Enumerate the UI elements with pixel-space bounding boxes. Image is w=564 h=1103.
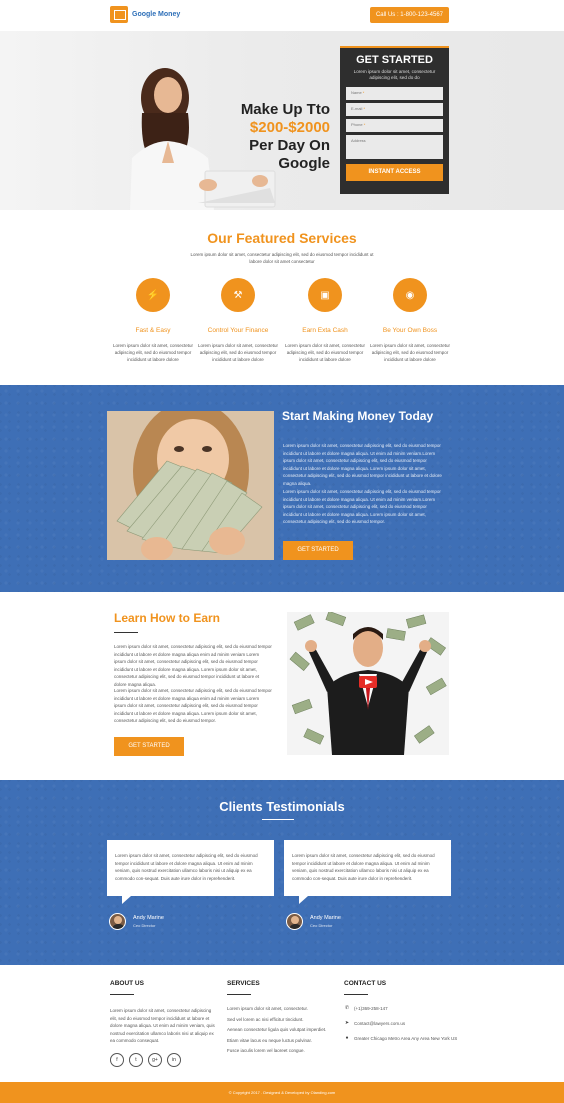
form-title: GET STARTED bbox=[356, 54, 433, 66]
service-description: Lorem ipsum dolor sit amet, consectetur … bbox=[284, 343, 366, 362]
phone-icon: ✆ bbox=[344, 1005, 350, 1011]
testimonial-name: Andy Marine bbox=[310, 915, 341, 921]
heading-underline bbox=[110, 994, 134, 995]
testimonial-role: Ceo Director bbox=[133, 923, 156, 928]
services-link[interactable]: Fusce iaculis lorem vel laoreet congue. bbox=[227, 1046, 337, 1057]
address-placeholder: Address bbox=[351, 138, 366, 143]
services-link[interactable]: Sed vel lorem ac nisi efficitur tincidun… bbox=[227, 1015, 337, 1026]
site-header: Google Money Call Us : 1-800-123-4567 bbox=[0, 0, 564, 31]
eye-icon: ◉ bbox=[393, 278, 427, 312]
testimonials-title: Clients Testimonials bbox=[219, 799, 345, 814]
phone-placeholder: Phone bbox=[351, 122, 363, 127]
services-link[interactable]: Aenean consectetur ligula quis volutpat … bbox=[227, 1025, 337, 1036]
services-link[interactable]: Etiam vitae lacus eu neque luctus pulvin… bbox=[227, 1036, 337, 1047]
flash-icon: ⚡ bbox=[136, 278, 170, 312]
logo-icon bbox=[110, 6, 128, 23]
footer: ABOUT US Lorem ipsum dolor sit amet, con… bbox=[0, 965, 564, 1082]
headline-line-1: Make Up Tto bbox=[240, 101, 330, 118]
testimonial-card: Lorem ipsum dolor sit amet, consectetur … bbox=[284, 840, 451, 904]
hero-headline: Make Up Tto $200-$2000 Per Day On Google bbox=[230, 101, 330, 173]
instant-access-button[interactable]: INSTANT ACCESS bbox=[346, 164, 443, 181]
money-paragraph-2: Lorem ipsum dolor sit amet, consectetur … bbox=[283, 489, 441, 524]
title-underline bbox=[262, 819, 294, 820]
learn-title: Learn How to Earn bbox=[114, 611, 221, 625]
services-heading: SERVICES bbox=[227, 980, 260, 987]
woman-with-money-image bbox=[107, 411, 274, 560]
service-item: ▣ Earn Exta Cash Lorem ipsum dolor sit a… bbox=[282, 278, 368, 363]
form-subtitle: Lorem ipsum dolor sit amet, consectetur … bbox=[353, 69, 436, 80]
about-heading: ABOUT US bbox=[110, 980, 144, 987]
heading-underline bbox=[344, 994, 368, 995]
video-thumbnail[interactable] bbox=[287, 612, 449, 755]
logo-text: Google Money bbox=[132, 11, 181, 18]
required-mark: * bbox=[362, 106, 366, 111]
service-description: Lorem ipsum dolor sit amet, consectetur … bbox=[197, 343, 279, 362]
testimonial-card: Lorem ipsum dolor sit amet, consectetur … bbox=[107, 840, 274, 904]
contact-phone: ✆ (+1)369-258-147 bbox=[344, 1005, 388, 1011]
services-link[interactable]: Lorem ipsum dolor sit amet, consectetur. bbox=[227, 1004, 337, 1015]
testimonial-name: Andy Marine bbox=[133, 915, 164, 921]
start-making-money-section: Start Making Money Today Lorem ipsum dol… bbox=[0, 385, 564, 592]
location-icon: ● bbox=[345, 1035, 349, 1041]
money-section-title: Start Making Money Today bbox=[282, 409, 434, 423]
headline-line-4: Google bbox=[278, 155, 330, 172]
email-text[interactable]: Contact@lawyers.com.us bbox=[354, 1021, 405, 1026]
copyright-bar: © Copyright 2017 . Designed & Developed … bbox=[0, 1082, 564, 1103]
service-title: Be Your Own Boss bbox=[382, 327, 438, 334]
service-description: Lorem ipsum dolor sit amet, consectetur … bbox=[369, 343, 451, 362]
learn-paragraph-2: Lorem ipsum dolor sit amet, consectetur … bbox=[114, 688, 272, 723]
call-us-button[interactable]: Call Us : 1-800-123-4567 bbox=[370, 7, 449, 23]
get-started-button[interactable]: GET STARTED bbox=[114, 737, 184, 756]
get-started-button[interactable]: GET STARTED bbox=[283, 541, 353, 560]
about-text: Lorem ipsum dolor sit amet, consectetur … bbox=[110, 1008, 215, 1043]
name-placeholder: Name bbox=[351, 90, 362, 95]
required-mark: * bbox=[362, 122, 366, 127]
phone-text[interactable]: (+1)369-258-147 bbox=[354, 1006, 388, 1011]
service-description: Lorem ipsum dolor sit amet, consectetur … bbox=[112, 343, 194, 362]
heading-underline bbox=[227, 994, 251, 995]
learn-paragraph-1: Lorem ipsum dolor sit amet, consectetur … bbox=[114, 644, 272, 687]
service-title: Control Your Finance bbox=[207, 327, 269, 334]
google-plus-icon[interactable]: g+ bbox=[148, 1053, 162, 1067]
services-subtitle: Lorem ipsum dolor sit amet, consectetur … bbox=[190, 252, 374, 264]
avatar bbox=[109, 913, 126, 930]
email-field[interactable]: E-mail * bbox=[346, 103, 443, 116]
service-title: Earn Exta Cash bbox=[302, 327, 348, 334]
twitter-icon[interactable]: t bbox=[129, 1053, 143, 1067]
name-field[interactable]: Name * bbox=[346, 87, 443, 100]
contact-email: ➤ Contact@lawyers.com.us bbox=[344, 1020, 405, 1026]
phone-field[interactable]: Phone * bbox=[346, 119, 443, 132]
services-list: Lorem ipsum dolor sit amet, consectetur.… bbox=[227, 1004, 337, 1057]
headline-amount: $200-$2000 bbox=[249, 119, 330, 136]
title-underline bbox=[114, 632, 138, 633]
signup-form: GET STARTED Lorem ipsum dolor sit amet, … bbox=[340, 46, 449, 194]
service-item: ◉ Be Your Own Boss Lorem ipsum dolor sit… bbox=[367, 278, 453, 363]
linkedin-icon[interactable]: in bbox=[167, 1053, 181, 1067]
gavel-icon: ⚒ bbox=[221, 278, 255, 312]
send-icon: ➤ bbox=[344, 1020, 350, 1026]
address-text: Greater Chicago Metro Area Any Area New … bbox=[354, 1035, 458, 1041]
contact-heading: CONTACT US bbox=[344, 980, 387, 987]
facebook-icon[interactable]: f bbox=[110, 1053, 124, 1067]
address-field[interactable]: Address bbox=[346, 135, 443, 159]
contact-address: ● Greater Chicago Metro Area Any Area Ne… bbox=[344, 1035, 457, 1041]
service-item: ⚒ Control Your Finance Lorem ipsum dolor… bbox=[195, 278, 281, 363]
service-item: ⚡ Fast & Easy Lorem ipsum dolor sit amet… bbox=[110, 278, 196, 363]
avatar bbox=[286, 913, 303, 930]
services-title: Our Featured Services bbox=[207, 230, 357, 246]
testimonial-role: Ceo Director bbox=[310, 923, 333, 928]
money-icon: ▣ bbox=[308, 278, 342, 312]
email-placeholder: E-mail bbox=[351, 106, 363, 111]
headline-line-3: Per Day On bbox=[249, 137, 330, 154]
testimonials-section: Clients Testimonials Lorem ipsum dolor s… bbox=[0, 780, 564, 965]
hero-section: Make Up Tto $200-$2000 Per Day On Google… bbox=[0, 31, 564, 210]
money-paragraph-1: Lorem ipsum dolor sit amet, consectetur … bbox=[283, 443, 442, 486]
service-title: Fast & Easy bbox=[135, 327, 171, 334]
required-mark: * bbox=[361, 90, 365, 95]
logo[interactable]: Google Money bbox=[110, 6, 180, 23]
